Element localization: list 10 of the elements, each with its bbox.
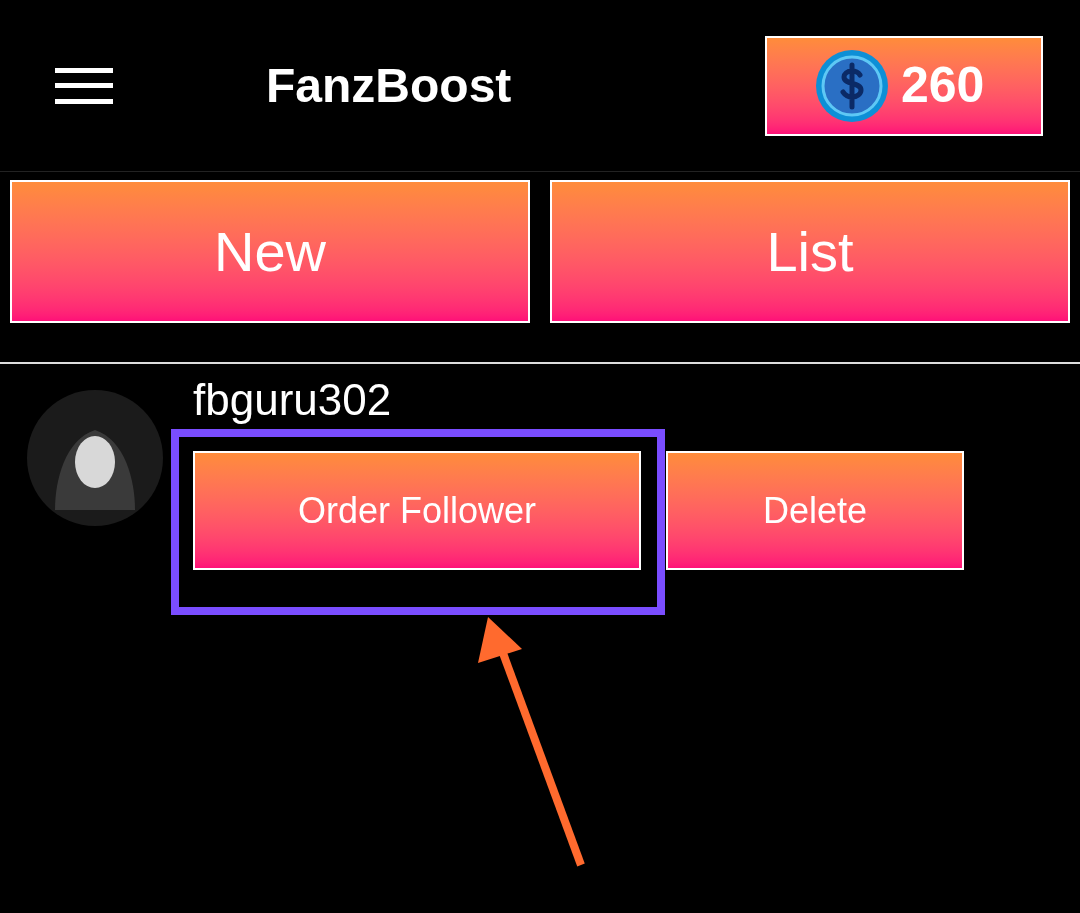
action-button[interactable]: Order Follower (193, 451, 641, 570)
menu-icon[interactable] (55, 67, 113, 104)
dollar-coin-icon (815, 48, 889, 123)
coin-count: 260 (901, 56, 985, 115)
app-title: FanzBoost (266, 57, 512, 114)
nav-button[interactable]: New (10, 180, 530, 323)
action-button[interactable]: Delete (666, 451, 964, 570)
coin-balance[interactable]: 260 (765, 35, 1043, 136)
nav-button[interactable]: List (550, 180, 1070, 323)
username: fbguru302 (193, 378, 393, 422)
